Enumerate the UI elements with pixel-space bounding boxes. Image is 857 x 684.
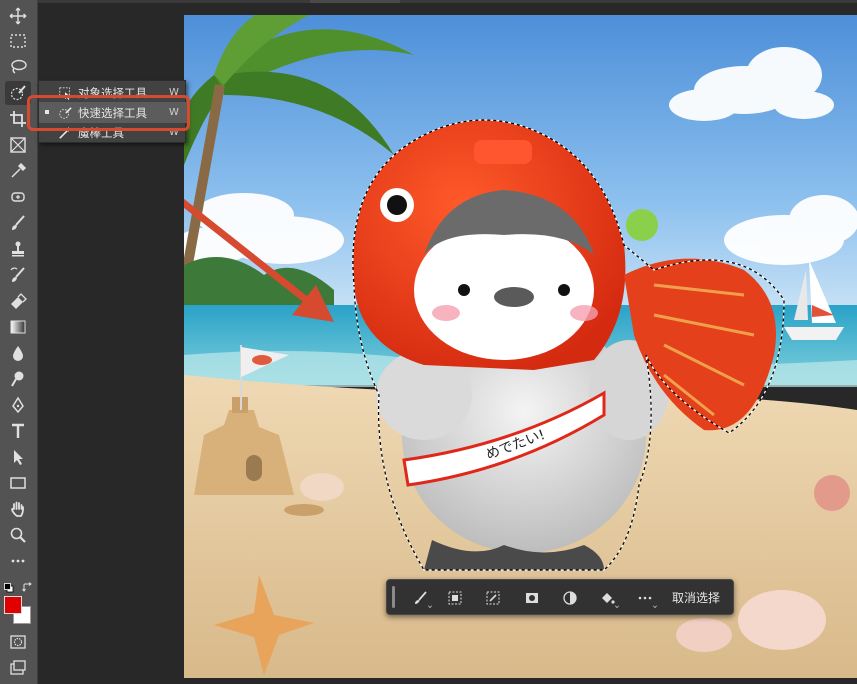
eraser-tool-icon[interactable]: [5, 289, 31, 313]
marquee-tool-icon[interactable]: [5, 29, 31, 53]
dodge-tool-icon[interactable]: [5, 367, 31, 391]
gradient-tool-icon[interactable]: [5, 315, 31, 339]
select-subject-icon[interactable]: [442, 586, 468, 610]
hand-tool-icon[interactable]: [5, 497, 31, 521]
move-tool-icon[interactable]: [5, 4, 31, 28]
annotation-highlight-box: [27, 95, 190, 131]
eyedropper-tool-icon[interactable]: [5, 159, 31, 183]
spot-healing-tool-icon[interactable]: [5, 185, 31, 209]
brush-options-icon[interactable]: [407, 586, 433, 610]
history-brush-tool-icon[interactable]: [5, 263, 31, 287]
more-icon[interactable]: [632, 586, 658, 610]
fill-icon[interactable]: [594, 586, 620, 610]
type-tool-icon[interactable]: [5, 419, 31, 443]
path-selection-tool-icon[interactable]: [5, 445, 31, 469]
clone-stamp-tool-icon[interactable]: [5, 237, 31, 261]
contextual-task-bar: 取消选择: [386, 579, 734, 615]
quick-mask-icon[interactable]: [5, 630, 31, 654]
default-colors-icon[interactable]: [4, 578, 14, 593]
photoshop-window: めでたい! 对象选择工具 W 快速选择工具 W 魔棒工具 W 取消选择: [0, 0, 857, 684]
blur-tool-icon[interactable]: [5, 341, 31, 365]
rectangle-tool-icon[interactable]: [5, 471, 31, 495]
pen-tool-icon[interactable]: [5, 393, 31, 417]
screen-mode-icon[interactable]: [5, 656, 31, 680]
foreground-color-swatch[interactable]: [4, 596, 22, 614]
brush-tool-icon[interactable]: [5, 211, 31, 235]
invert-icon[interactable]: [557, 586, 583, 610]
frame-tool-icon[interactable]: [5, 133, 31, 157]
swap-colors-icon[interactable]: [22, 578, 33, 592]
zoom-tool-icon[interactable]: [5, 523, 31, 547]
lasso-tool-icon[interactable]: [5, 55, 31, 79]
deselect-button[interactable]: 取消选择: [672, 589, 720, 606]
refine-edges-icon[interactable]: [480, 586, 506, 610]
mask-icon[interactable]: [519, 586, 545, 610]
top-strip: [38, 0, 857, 3]
more-tools-icon[interactable]: [5, 549, 31, 573]
drag-handle[interactable]: [392, 586, 395, 608]
